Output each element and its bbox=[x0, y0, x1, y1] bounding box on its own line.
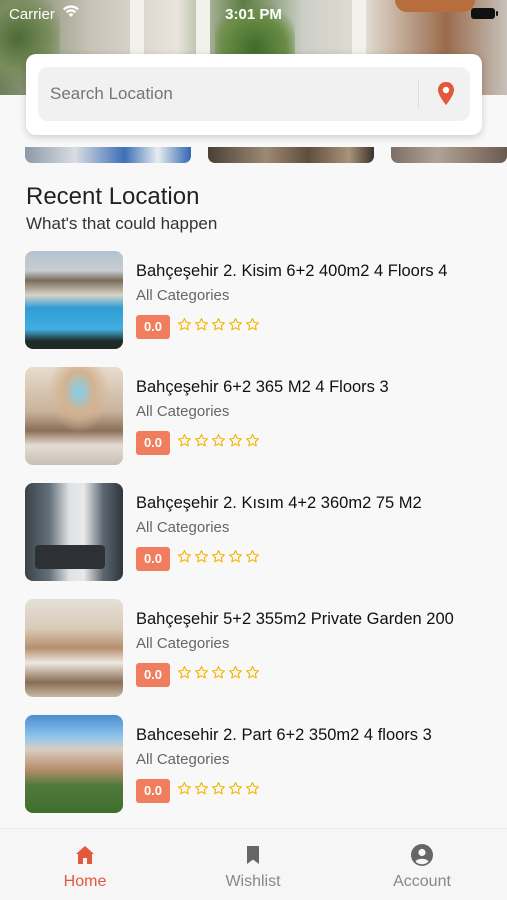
list-item[interactable]: Bahçeşehir 6+2 365 M2 4 Floors 3 All Cat… bbox=[25, 367, 495, 465]
property-thumbnail[interactable] bbox=[25, 599, 123, 697]
nav-tab-account[interactable]: Account bbox=[362, 829, 482, 900]
star-icon bbox=[229, 666, 242, 679]
property-title[interactable]: Bahçeşehir 5+2 355m2 Private Garden 200 bbox=[136, 610, 454, 629]
property-title[interactable]: Bahcesehir 2. Part 6+2 350m2 4 floors 3 bbox=[136, 726, 432, 745]
property-category: All Categories bbox=[136, 403, 230, 420]
search-bar bbox=[38, 67, 470, 121]
rating-badge: 0.0 bbox=[136, 431, 170, 455]
star-icon bbox=[229, 782, 242, 795]
star-icon bbox=[212, 782, 225, 795]
star-rating bbox=[177, 665, 260, 685]
property-thumbnail[interactable] bbox=[25, 715, 123, 813]
star-rating bbox=[177, 781, 260, 801]
star-icon bbox=[195, 434, 208, 447]
star-icon bbox=[246, 782, 259, 795]
category-thumbnail[interactable] bbox=[391, 147, 507, 163]
star-icon bbox=[246, 318, 259, 331]
clock: 3:01 PM bbox=[225, 6, 282, 23]
property-category: All Categories bbox=[136, 635, 230, 652]
section-subtitle: What's that could happen bbox=[26, 214, 218, 233]
bookmark-icon bbox=[247, 846, 259, 864]
nav-label-account: Account bbox=[393, 873, 451, 890]
property-title[interactable]: Bahçeşehir 2. Kisim 6+2 400m2 4 Floors 4 bbox=[136, 262, 447, 281]
search-card bbox=[26, 54, 482, 135]
star-icon bbox=[212, 434, 225, 447]
star-icon bbox=[178, 666, 191, 679]
star-icon bbox=[178, 550, 191, 563]
star-rating bbox=[177, 549, 260, 569]
bottom-nav: Home Wishlist Account bbox=[0, 828, 507, 900]
rating-badge: 0.0 bbox=[136, 779, 170, 803]
star-icon bbox=[212, 318, 225, 331]
nav-tab-wishlist[interactable]: Wishlist bbox=[193, 829, 313, 900]
location-pin-icon[interactable] bbox=[430, 78, 462, 110]
property-thumbnail[interactable] bbox=[25, 251, 123, 349]
status-bar: Carrier 3:01 PM bbox=[0, 0, 507, 28]
rating-badge: 0.0 bbox=[136, 663, 170, 687]
list-item[interactable]: Bahcesehir 2. Part 6+2 350m2 4 floors 3 … bbox=[25, 715, 495, 813]
star-icon bbox=[212, 550, 225, 563]
account-icon bbox=[411, 844, 433, 866]
nav-label-home: Home bbox=[63, 873, 107, 890]
star-icon bbox=[178, 782, 191, 795]
property-title[interactable]: Bahçeşehir 6+2 365 M2 4 Floors 3 bbox=[136, 378, 389, 397]
home-icon bbox=[76, 846, 94, 864]
star-icon bbox=[246, 434, 259, 447]
star-icon bbox=[212, 666, 225, 679]
star-icon bbox=[246, 550, 259, 563]
nav-label-wishlist: Wishlist bbox=[225, 873, 281, 890]
list-item[interactable]: Bahçeşehir 2. Kısım 4+2 360m2 75 M2 All … bbox=[25, 483, 495, 581]
star-icon bbox=[229, 434, 242, 447]
star-icon bbox=[195, 318, 208, 331]
star-icon bbox=[195, 782, 208, 795]
list-item[interactable]: Bahçeşehir 5+2 355m2 Private Garden 200 … bbox=[25, 599, 495, 697]
property-title[interactable]: Bahçeşehir 2. Kısım 4+2 360m2 75 M2 bbox=[136, 494, 422, 513]
search-location-input[interactable] bbox=[50, 67, 410, 121]
category-thumbnail[interactable] bbox=[208, 147, 374, 163]
star-icon bbox=[246, 666, 259, 679]
star-icon bbox=[195, 550, 208, 563]
star-icon bbox=[229, 318, 242, 331]
property-category: All Categories bbox=[136, 287, 230, 304]
star-icon bbox=[178, 318, 191, 331]
list-item[interactable]: Bahçeşehir 2. Kisim 6+2 400m2 4 Floors 4… bbox=[25, 251, 495, 349]
category-thumbnail[interactable] bbox=[25, 147, 191, 163]
property-thumbnail[interactable] bbox=[25, 483, 123, 581]
star-rating bbox=[177, 433, 260, 453]
nav-tab-home[interactable]: Home bbox=[25, 829, 145, 900]
property-category: All Categories bbox=[136, 751, 230, 768]
star-icon bbox=[195, 666, 208, 679]
search-divider bbox=[418, 80, 419, 108]
star-icon bbox=[178, 434, 191, 447]
rating-badge: 0.0 bbox=[136, 315, 170, 339]
property-category: All Categories bbox=[136, 519, 230, 536]
star-icon bbox=[229, 550, 242, 563]
star-rating bbox=[177, 317, 260, 337]
rating-badge: 0.0 bbox=[136, 547, 170, 571]
section-title: Recent Location bbox=[26, 183, 200, 210]
property-thumbnail[interactable] bbox=[25, 367, 123, 465]
battery-icon bbox=[471, 8, 498, 19]
